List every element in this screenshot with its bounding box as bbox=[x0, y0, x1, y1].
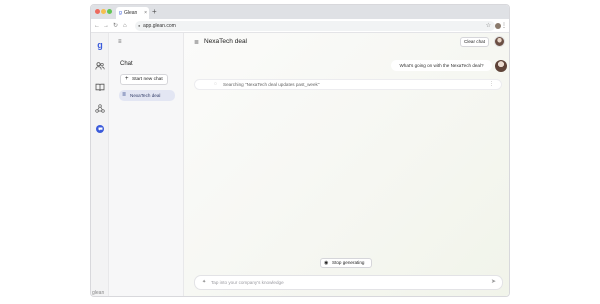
glean-favicon-icon: g bbox=[119, 10, 122, 16]
glean-app: g glean ≡ Chat + Start new chat ≣ NexaTe… bbox=[91, 33, 509, 296]
conversation-header-icon: ≣ bbox=[194, 40, 200, 46]
back-icon[interactable]: ← bbox=[94, 19, 100, 33]
menu-icon[interactable]: ≡ bbox=[118, 39, 122, 45]
search-status-card: ◌ Searching "NexaTech deal updates past_… bbox=[194, 79, 502, 90]
lock-icon: ● bbox=[138, 23, 141, 28]
browser-tab-glean[interactable]: g Glean × bbox=[116, 7, 149, 19]
clear-chat-button[interactable]: Clear chat bbox=[460, 37, 489, 47]
icon-rail: g glean bbox=[91, 33, 109, 296]
conversation-icon: ≣ bbox=[122, 92, 127, 98]
url-text: app.glean.com bbox=[143, 23, 176, 29]
tab-strip: g Glean × + bbox=[91, 5, 509, 19]
maximize-window-icon[interactable] bbox=[107, 9, 112, 14]
sidebar-title: Chat bbox=[120, 61, 133, 67]
reload-icon[interactable]: ↻ bbox=[113, 19, 118, 33]
conversation-title: NexaTech deal bbox=[204, 38, 247, 45]
chat-sidebar: ≡ Chat + Start new chat ≣ NexaTech deal bbox=[109, 33, 184, 296]
browser-window: g Glean × + ← → ↻ ⌂ ● app.glean.com ☆ ⋮ … bbox=[90, 4, 510, 297]
stop-icon: ◉ bbox=[324, 260, 329, 266]
people-icon[interactable] bbox=[94, 60, 106, 72]
close-tab-icon[interactable]: × bbox=[144, 7, 147, 19]
chat-main: ≣ NexaTech deal Clear chat What's going … bbox=[184, 33, 509, 296]
forward-icon[interactable]: → bbox=[103, 19, 109, 33]
tab-title: Glean bbox=[124, 10, 138, 16]
conversation-label: NexaTech deal bbox=[130, 93, 161, 98]
glean-logo-icon[interactable]: g bbox=[94, 39, 106, 51]
sparkle-icon: ✦ bbox=[202, 279, 207, 285]
loading-spinner-icon: ◌ bbox=[214, 81, 217, 87]
send-icon[interactable]: ➤ bbox=[491, 276, 496, 289]
minimize-window-icon[interactable] bbox=[101, 9, 106, 14]
user-message: What's going on with the NexaTech deal? bbox=[391, 60, 492, 71]
close-window-icon[interactable] bbox=[95, 9, 100, 14]
workflows-icon[interactable] bbox=[94, 102, 106, 114]
browser-menu-icon[interactable]: ⋮ bbox=[501, 19, 507, 33]
search-status-text: Searching "NexaTech deal updates past_we… bbox=[223, 82, 320, 87]
conversation-item-nexatech[interactable]: ≣ NexaTech deal bbox=[119, 90, 175, 101]
user-avatar[interactable] bbox=[494, 36, 505, 47]
more-options-icon[interactable]: ⋮ bbox=[489, 80, 494, 89]
chat-composer: ✦ ➤ bbox=[194, 275, 503, 290]
knowledge-book-icon[interactable] bbox=[94, 81, 106, 93]
home-icon[interactable]: ⌂ bbox=[123, 19, 127, 33]
address-bar: ← → ↻ ⌂ ● app.glean.com ☆ ⋮ bbox=[91, 19, 509, 33]
chat-input[interactable] bbox=[211, 278, 481, 287]
start-new-chat-label: Start new chat bbox=[132, 77, 163, 82]
stop-generating-button[interactable]: ◉ Stop generating bbox=[320, 258, 372, 268]
glean-footer-brand: glean bbox=[92, 290, 105, 296]
chat-icon[interactable] bbox=[94, 123, 106, 135]
url-field[interactable]: ● app.glean.com ☆ bbox=[135, 21, 495, 31]
bookmark-star-icon[interactable]: ☆ bbox=[486, 21, 491, 31]
stop-generating-label: Stop generating bbox=[332, 260, 365, 265]
new-tab-button[interactable]: + bbox=[152, 5, 157, 19]
plus-icon: + bbox=[125, 76, 129, 82]
start-new-chat-button[interactable]: + Start new chat bbox=[120, 74, 168, 85]
message-author-avatar bbox=[495, 60, 507, 72]
